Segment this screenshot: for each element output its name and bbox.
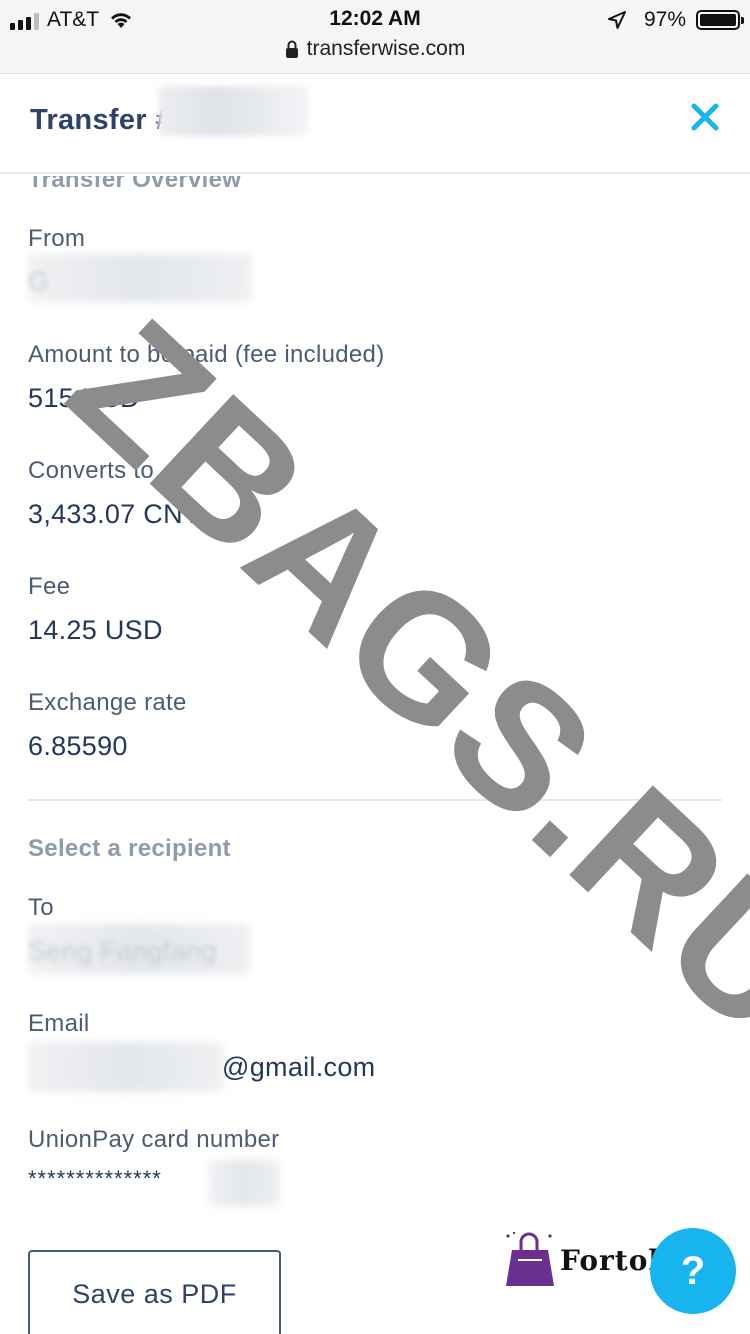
status-bar-right: 97% xyxy=(607,8,744,32)
handbag-logo-icon xyxy=(506,1231,554,1286)
amount-label: Amount to be paid (fee included) xyxy=(28,341,385,368)
converts-value: 3,433.07 CNY xyxy=(28,499,202,529)
fee-value: 14.25 USD xyxy=(28,615,163,645)
help-button[interactable]: ? xyxy=(650,1228,736,1314)
from-label: From xyxy=(28,225,86,252)
redacted-email-prefix xyxy=(28,1042,224,1092)
close-icon[interactable] xyxy=(690,102,720,132)
card-number-value: ************** xyxy=(28,1166,162,1191)
amount-value: 515 USD xyxy=(28,383,140,413)
location-arrow-icon xyxy=(607,11,626,29)
exchange-rate-value: 6.85590 xyxy=(28,731,128,761)
section-divider xyxy=(28,799,722,801)
url-text: transferwise.com xyxy=(306,37,466,60)
to-label: To xyxy=(28,894,54,921)
fee-label: Fee xyxy=(28,573,71,600)
email-value-suffix: @gmail.com xyxy=(222,1052,376,1082)
converts-label: Converts to xyxy=(28,457,155,484)
redacted-card-digits xyxy=(208,1160,280,1206)
modal-title: Transfer # xyxy=(30,104,172,136)
modal-header: Transfer # xyxy=(0,74,750,174)
lock-icon xyxy=(285,40,298,58)
battery-percent: 97% xyxy=(643,8,686,31)
status-bar: AT&T 12:02 AM transferwise.com 97% xyxy=(0,0,750,74)
save-as-pdf-button[interactable]: Save as PDF xyxy=(28,1250,281,1334)
battery-icon xyxy=(696,10,744,30)
from-value: G xyxy=(28,266,50,296)
redacted-transfer-number xyxy=(158,86,308,136)
email-label: Email xyxy=(28,1010,90,1037)
to-value: Seng Fangfang xyxy=(28,936,217,966)
address-bar[interactable]: transferwise.com xyxy=(0,37,750,61)
redacted-from xyxy=(28,254,252,302)
card-number-label: UnionPay card number xyxy=(28,1126,280,1153)
section-heading-recipient: Select a recipient xyxy=(28,835,231,862)
exchange-rate-label: Exchange rate xyxy=(28,689,187,716)
